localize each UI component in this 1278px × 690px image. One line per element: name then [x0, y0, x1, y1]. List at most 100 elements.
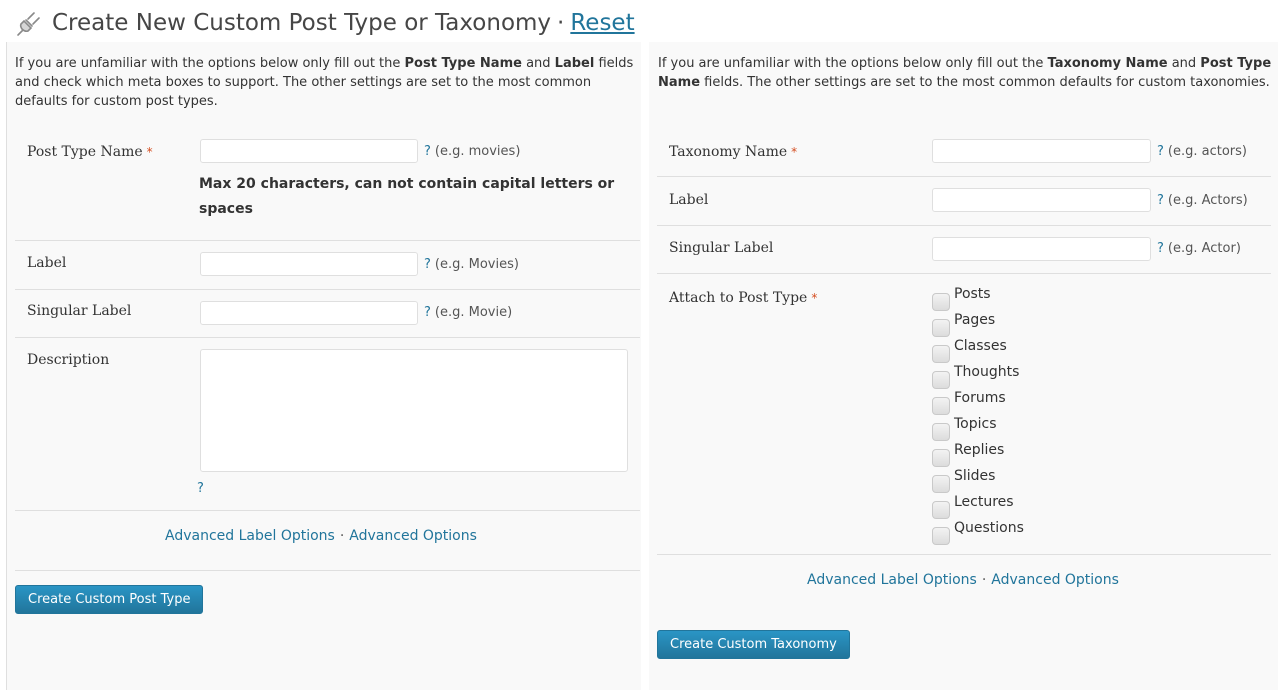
help-icon[interactable]: ?	[1157, 144, 1164, 159]
checkbox-label: Classes	[954, 338, 1007, 354]
description-textarea[interactable]	[200, 349, 628, 472]
taxonomy-name-input[interactable]	[932, 139, 1151, 163]
title-separator: ·	[557, 10, 565, 36]
checkbox-label: Slides	[954, 468, 996, 484]
post-type-name-label: Post Type Name *	[27, 144, 153, 160]
intro-text: If you are unfamiliar with the options b…	[658, 56, 1048, 71]
post-type-intro: If you are unfamiliar with the options b…	[15, 54, 635, 111]
label-text: Post Type Name	[27, 144, 143, 160]
post-type-name-note: Max 20 characters, can not contain capit…	[199, 176, 615, 217]
help-icon[interactable]: ?	[1157, 193, 1164, 208]
label-label: Label	[27, 255, 67, 271]
taxonomy-label-hint: ? (e.g. Actors)	[1157, 193, 1248, 208]
taxonomy-singular-label-input[interactable]	[932, 237, 1151, 261]
page-title: Create New Custom Post Type or Taxonomy ·…	[52, 10, 635, 36]
post-type-option[interactable]: Forums	[932, 387, 1006, 415]
checkbox-label: Questions	[954, 520, 1024, 536]
post-type-option[interactable]: Pages	[932, 309, 996, 337]
advanced-label-options-link[interactable]: Advanced Label Options	[165, 528, 335, 544]
help-icon[interactable]: ?	[424, 305, 431, 320]
intro-text: fields. The other settings are set to th…	[700, 75, 1270, 90]
checkbox-label: Forums	[954, 390, 1006, 406]
post-type-name-input[interactable]	[200, 139, 418, 163]
help-icon[interactable]: ?	[197, 481, 204, 496]
advanced-label-options-link[interactable]: Advanced Label Options	[807, 572, 977, 588]
reset-link[interactable]: Reset	[570, 10, 634, 36]
divider	[657, 554, 1271, 555]
checkbox-label: Replies	[954, 442, 1005, 458]
hint-text: (e.g. Movie)	[434, 305, 513, 320]
intro-bold: Taxonomy Name	[1047, 56, 1168, 71]
checkbox[interactable]	[932, 527, 950, 545]
advanced-options-link[interactable]: Advanced Options	[349, 528, 477, 544]
label-hint: ? (e.g. Movies)	[424, 257, 519, 272]
intro-text: and	[521, 56, 555, 71]
required-marker: *	[811, 291, 818, 305]
required-marker: *	[146, 145, 153, 159]
checkbox-label: Pages	[954, 312, 996, 328]
attach-post-type-label: Attach to Post Type *	[669, 290, 817, 306]
post-type-option[interactable]: Thoughts	[932, 361, 1020, 389]
description-hint: ?	[197, 481, 208, 496]
help-icon[interactable]: ?	[1157, 241, 1164, 256]
taxonomy-label-input[interactable]	[932, 188, 1151, 212]
post-type-option[interactable]: Slides	[932, 465, 996, 493]
help-icon[interactable]: ?	[424, 144, 431, 159]
hint-text: (e.g. Movies)	[434, 257, 519, 272]
intro-bold: Label	[554, 56, 595, 71]
divider	[15, 510, 640, 511]
page-header: Create New Custom Post Type or Taxonomy ·…	[14, 6, 635, 40]
taxonomy-label-label: Label	[669, 192, 709, 208]
post-type-option[interactable]: Lectures	[932, 491, 1014, 519]
taxonomy-name-label: Taxonomy Name *	[669, 144, 797, 160]
intro-text: If you are unfamiliar with the options b…	[15, 56, 405, 71]
singular-label-input[interactable]	[200, 301, 418, 325]
advanced-links: Advanced Label Options · Advanced Options	[165, 528, 477, 544]
link-separator: ·	[339, 528, 345, 544]
hint-text: (e.g. Actor)	[1167, 241, 1241, 256]
label-input[interactable]	[200, 252, 418, 276]
checkbox-label: Posts	[954, 286, 991, 302]
checkbox-label: Lectures	[954, 494, 1014, 510]
required-marker: *	[791, 145, 798, 159]
post-type-option[interactable]: Replies	[932, 439, 1005, 467]
taxonomy-panel: If you are unfamiliar with the options b…	[649, 42, 1278, 690]
taxonomy-name-hint: ? (e.g. actors)	[1157, 144, 1247, 159]
divider	[15, 240, 640, 241]
singular-label-hint: ? (e.g. Movie)	[424, 305, 512, 320]
label-text: Attach to Post Type	[669, 290, 808, 306]
post-type-option[interactable]: Questions	[932, 517, 1024, 545]
hint-text: (e.g. Actors)	[1167, 193, 1248, 208]
hint-text: (e.g. movies)	[434, 144, 521, 159]
post-type-panel: If you are unfamiliar with the options b…	[7, 42, 641, 690]
post-type-option[interactable]: Posts	[932, 283, 991, 311]
divider	[15, 337, 640, 338]
label-text: Taxonomy Name	[669, 144, 788, 160]
taxonomy-singular-label-hint: ? (e.g. Actor)	[1157, 241, 1241, 256]
divider	[657, 225, 1271, 226]
help-icon[interactable]: ?	[424, 257, 431, 272]
checkbox-label: Thoughts	[954, 364, 1020, 380]
divider	[657, 176, 1271, 177]
divider	[15, 570, 640, 571]
link-separator: ·	[981, 572, 987, 588]
description-label: Description	[27, 352, 110, 368]
taxonomy-intro: If you are unfamiliar with the options b…	[658, 54, 1273, 92]
advanced-links: Advanced Label Options · Advanced Options	[807, 572, 1119, 588]
checkbox-label: Topics	[954, 416, 997, 432]
post-type-option[interactable]: Topics	[932, 413, 997, 441]
taxonomy-singular-label-label: Singular Label	[669, 240, 774, 256]
intro-bold: Post Type Name	[404, 56, 522, 71]
create-post-type-button[interactable]: Create Custom Post Type	[15, 585, 204, 614]
plug-icon	[17, 12, 40, 36]
create-taxonomy-button[interactable]: Create Custom Taxonomy	[657, 630, 850, 659]
divider	[657, 273, 1271, 274]
post-type-name-hint: ? (e.g. movies)	[424, 144, 520, 159]
divider	[15, 289, 640, 290]
page-title-text: Create New Custom Post Type or Taxonomy	[52, 10, 552, 36]
post-type-option[interactable]: Classes	[932, 335, 1007, 363]
advanced-options-link[interactable]: Advanced Options	[991, 572, 1119, 588]
hint-text: (e.g. actors)	[1167, 144, 1247, 159]
singular-label-label: Singular Label	[27, 303, 132, 319]
intro-text: and	[1167, 56, 1201, 71]
